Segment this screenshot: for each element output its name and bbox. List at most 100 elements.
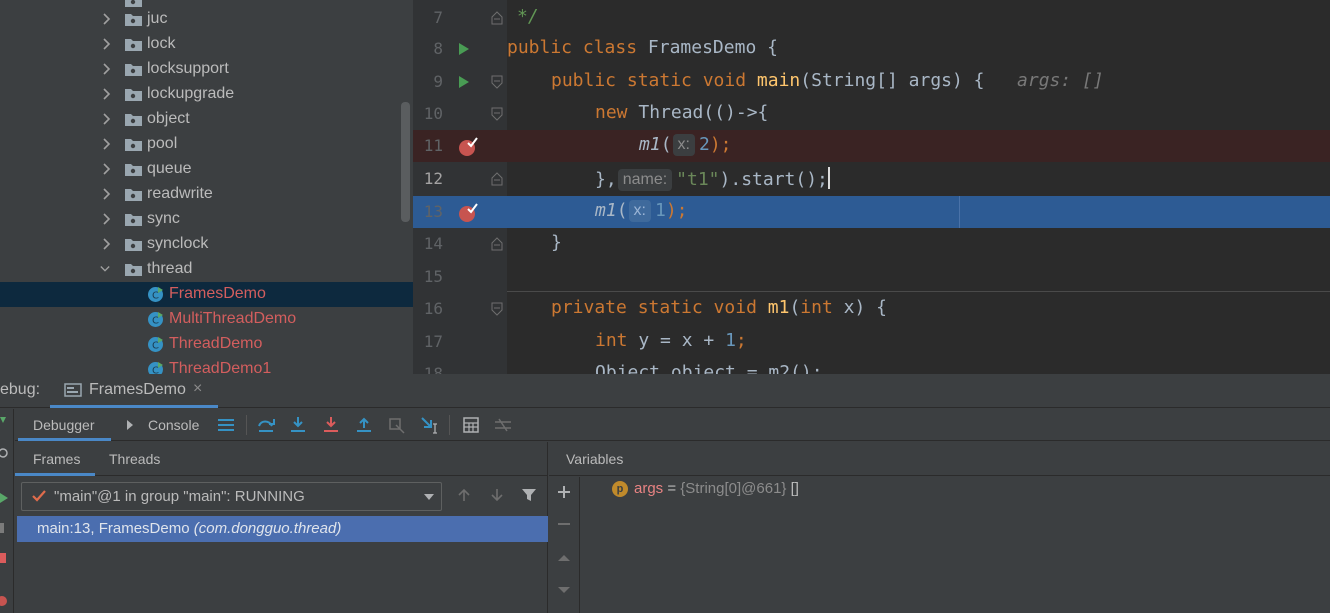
force-step-into-icon[interactable] [321,416,341,434]
code-line-15[interactable]: 15 [413,261,1330,293]
code-line-8[interactable]: 8 public class FramesDemo { [413,33,1330,65]
step-out-icon[interactable] [354,416,374,434]
stop-icon[interactable] [0,552,10,564]
tree-class-framesdemo[interactable]: C FramesDemo [0,282,413,307]
fold-end-icon[interactable] [491,172,503,186]
step-over-icon[interactable] [256,416,276,434]
drop-frame-icon[interactable] [387,416,407,434]
chevron-right-icon[interactable] [102,163,112,175]
line-number: 12 [423,169,443,188]
tree-folder-queue[interactable]: queue [0,157,413,182]
line-number: 13 [423,202,443,221]
tree-folder-label: pool [147,135,178,152]
view-breakpoints-icon[interactable] [0,595,10,607]
package-folder-icon [125,64,142,76]
chevron-right-icon[interactable] [102,213,112,225]
breakpoint-icon[interactable] [458,202,480,224]
tree-folder-readwrite[interactable]: readwrite [0,182,413,207]
tree-class-label: ThreadDemo1 [169,360,272,374]
next-frame-icon[interactable] [489,487,505,503]
code-line-17[interactable]: 17 int y = x + 1; [413,326,1330,358]
code-line-10[interactable]: 10 new Thread(()->{ [413,98,1330,130]
fold-start-icon[interactable] [491,75,503,89]
rerun-icon[interactable] [0,417,10,429]
debug-left-toolbar [0,409,14,613]
code-line-9[interactable]: 9 public static void main(String[] args)… [413,66,1330,98]
previous-frame-icon[interactable] [456,487,472,503]
filter-icon[interactable] [521,487,537,503]
move-up-icon[interactable] [557,551,571,565]
tree-folder-sync[interactable]: sync [0,207,413,232]
thread-selector[interactable]: "main"@1 in group "main": RUNNING [21,482,442,511]
debug-config-icon [64,383,82,397]
tree-folder-locksupport[interactable]: locksupport [0,57,413,82]
variable-row[interactable]: p args = {String[0]@661} [] [612,480,799,502]
tree-folder-juc[interactable]: juc [0,7,413,32]
package-folder-icon [125,114,142,126]
tree-folder-thread[interactable]: thread [0,257,413,282]
tab-threads[interactable]: Threads [109,451,160,467]
fold-start-icon[interactable] [491,107,503,121]
fold-end-icon[interactable] [491,237,503,251]
remove-watch-icon[interactable] [557,517,571,531]
debug-tool-window: ebug: FramesDemo × Debugger Console Fram… [0,374,1330,613]
tree-folder-label: readwrite [147,185,213,202]
add-watch-icon[interactable] [557,485,571,499]
chevron-down-icon[interactable] [100,263,110,275]
code-line-13[interactable]: 13 m1(x: 1); [413,196,1330,228]
code-line-16[interactable]: 16 private static void m1(int x) { [413,293,1330,325]
pause-icon[interactable] [0,522,10,534]
step-into-icon[interactable] [288,416,308,434]
chevron-right-icon[interactable] [102,188,112,200]
code-line-18[interactable]: 18 Object object = m2(); [413,358,1330,374]
tree-class-threaddemo[interactable]: C ThreadDemo [0,332,413,357]
move-down-icon[interactable] [557,583,571,597]
line-number: 16 [423,299,443,318]
fold-start-icon[interactable] [491,302,503,316]
run-gutter-icon[interactable] [458,75,470,89]
tree-folder-pool[interactable]: pool [0,132,413,157]
frame-list-item[interactable]: main:13, FramesDemo (com.dongguo.thread) [17,516,548,542]
modify-run-config-icon[interactable] [0,447,10,459]
close-tab-icon[interactable]: × [193,380,202,398]
breakpoint-icon[interactable] [458,136,480,158]
tree-class-multithreaddemo[interactable]: C MultiThreadDemo [0,307,413,332]
variable-name: args [634,480,664,497]
code-editor[interactable]: 7 */ 8 public class FramesDemo { 9 publi… [413,0,1330,374]
tree-class-threaddemo1[interactable]: C ThreadDemo1 [0,357,413,374]
resume-icon[interactable] [0,492,10,504]
layout-menu-icon[interactable] [216,416,236,434]
tree-folder-object[interactable]: object [0,107,413,132]
tree-folder-lockupgrade[interactable]: lockupgrade [0,82,413,107]
tree-folder-label: juc [147,10,168,27]
chevron-right-icon[interactable] [102,63,112,75]
code-line-7[interactable]: 7 */ [413,2,1330,34]
trace-current-stream-icon[interactable] [493,416,513,434]
run-gutter-icon[interactable] [458,42,470,56]
toolbar-separator [449,415,450,435]
code-line-14[interactable]: 14 } [413,228,1330,260]
variable-equals: = [663,480,681,497]
code-line-11[interactable]: 11 m1(x: 2); [413,130,1330,162]
chevron-right-icon[interactable] [102,138,112,150]
tree-scrollbar[interactable] [401,102,410,222]
chevron-right-icon[interactable] [102,88,112,100]
code-line-12[interactable]: 12 }, name: "t1").start(); [413,163,1330,195]
tab-debugger-label: Debugger [33,417,95,433]
tab-frames[interactable]: Frames [15,442,95,476]
tree-folder-label: lockupgrade [147,85,235,102]
chevron-right-icon[interactable] [102,38,112,50]
evaluate-expression-icon[interactable] [461,416,481,434]
fold-end-icon[interactable] [491,11,503,25]
tab-console[interactable]: Console [125,409,225,441]
java-class-icon: C [148,312,163,327]
tree-folder-synclock[interactable]: synclock [0,232,413,257]
tab-debugger[interactable]: Debugger [18,409,111,441]
tree-folder-lock[interactable]: lock [0,32,413,57]
chevron-right-icon[interactable] [102,13,112,25]
run-to-cursor-icon[interactable] [420,416,440,434]
chevron-right-icon[interactable] [102,238,112,250]
run-config-tab[interactable]: FramesDemo × [50,374,218,408]
code-text: public static void main(String[] args) {… [551,70,1104,91]
chevron-right-icon[interactable] [102,113,112,125]
